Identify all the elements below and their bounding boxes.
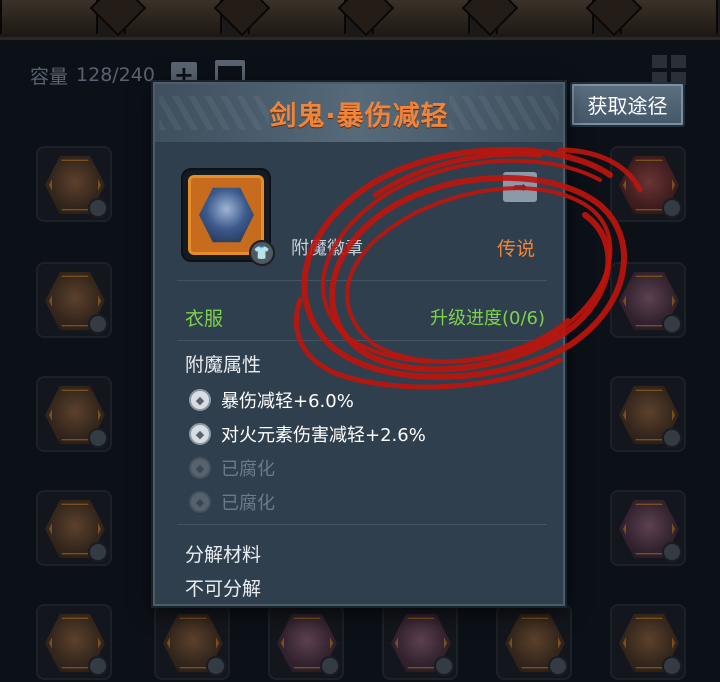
item-type: 附魔徽章 bbox=[291, 238, 363, 259]
popup-header: 剑鬼·暴伤减轻 bbox=[155, 84, 563, 142]
slot-type-icon bbox=[662, 198, 682, 218]
inventory-slot[interactable] bbox=[36, 146, 112, 222]
attribute-row: ◆ 对火元素伤害减轻+2.6% bbox=[189, 420, 426, 448]
attribute-text: 对火元素伤害减轻+2.6% bbox=[221, 425, 426, 446]
inventory-slot[interactable] bbox=[382, 604, 458, 680]
decompose-value: 不可分解 bbox=[185, 578, 262, 600]
slot-type-icon bbox=[548, 656, 568, 676]
inventory-slot[interactable] bbox=[268, 604, 344, 680]
share-icon[interactable]: ➦ bbox=[503, 172, 537, 202]
inventory-slot[interactable] bbox=[154, 604, 230, 680]
attribute-row: ◆ 已腐化 bbox=[189, 454, 275, 482]
slot-type-icon bbox=[206, 656, 226, 676]
inventory-slot[interactable] bbox=[610, 262, 686, 338]
inventory-slot[interactable] bbox=[610, 146, 686, 222]
inventory-slot[interactable] bbox=[36, 490, 112, 566]
attribute-text: 已腐化 bbox=[221, 493, 275, 514]
slot-type-icon bbox=[88, 656, 108, 676]
decompose-title: 分解材料 bbox=[185, 544, 262, 566]
capacity-label: 容量 bbox=[30, 65, 69, 88]
slot-type-icon bbox=[88, 428, 108, 448]
divider bbox=[177, 524, 547, 525]
attribute-text: 已腐化 bbox=[221, 459, 275, 480]
attribute-active-icon: ◆ bbox=[189, 423, 211, 445]
enchant-attributes-title: 附魔属性 bbox=[185, 354, 262, 376]
divider bbox=[177, 280, 547, 281]
emblem-icon bbox=[199, 187, 254, 243]
clothing-icon: 👕 bbox=[249, 240, 275, 266]
inventory-slot[interactable] bbox=[610, 376, 686, 452]
attribute-text: 暴伤减轻+6.0% bbox=[221, 391, 354, 412]
item-portrait: 👕 bbox=[181, 168, 275, 266]
capacity-value: 128/240 bbox=[76, 64, 155, 86]
slot-type-icon bbox=[88, 542, 108, 562]
popup-title: 剑鬼·暴伤减轻 bbox=[269, 100, 449, 132]
inventory-slot[interactable] bbox=[36, 604, 112, 680]
inventory-slot[interactable] bbox=[610, 490, 686, 566]
slot-type-icon bbox=[662, 656, 682, 676]
attribute-corrupted-icon: ◆ bbox=[189, 457, 211, 479]
equip-slot-label: 衣服 bbox=[185, 308, 224, 330]
roof-decoration bbox=[0, 0, 720, 40]
slot-type-icon bbox=[662, 542, 682, 562]
inventory-slot[interactable] bbox=[36, 262, 112, 338]
divider bbox=[177, 340, 547, 341]
item-detail-popup: 剑鬼·暴伤减轻 👕 ➦ 附魔徽章 传说 衣服 升级进度(0/6) 附魔属性 ◆ … bbox=[153, 82, 565, 606]
obtain-method-button[interactable]: 获取途径 bbox=[570, 82, 685, 127]
game-screen: 容量 128/240 + 获取途径 剑鬼·暴伤减轻 👕 ➦ 附魔徽章 传说 衣服… bbox=[0, 0, 720, 682]
inventory-slot[interactable] bbox=[610, 604, 686, 680]
attribute-corrupted-icon: ◆ bbox=[189, 491, 211, 513]
inventory-slot[interactable] bbox=[496, 604, 572, 680]
attribute-active-icon: ◆ bbox=[189, 389, 211, 411]
item-rarity: 传说 bbox=[497, 238, 536, 260]
slot-type-icon bbox=[662, 314, 682, 334]
attribute-row: ◆ 暴伤减轻+6.0% bbox=[189, 386, 354, 414]
slot-type-icon bbox=[320, 656, 340, 676]
slot-type-icon bbox=[88, 314, 108, 334]
attribute-row: ◆ 已腐化 bbox=[189, 488, 275, 516]
slot-type-icon bbox=[662, 428, 682, 448]
slot-type-icon bbox=[88, 198, 108, 218]
grid-view-icon[interactable] bbox=[652, 55, 686, 85]
inventory-slot[interactable] bbox=[36, 376, 112, 452]
upgrade-progress: 升级进度(0/6) bbox=[429, 308, 545, 329]
slot-type-icon bbox=[434, 656, 454, 676]
